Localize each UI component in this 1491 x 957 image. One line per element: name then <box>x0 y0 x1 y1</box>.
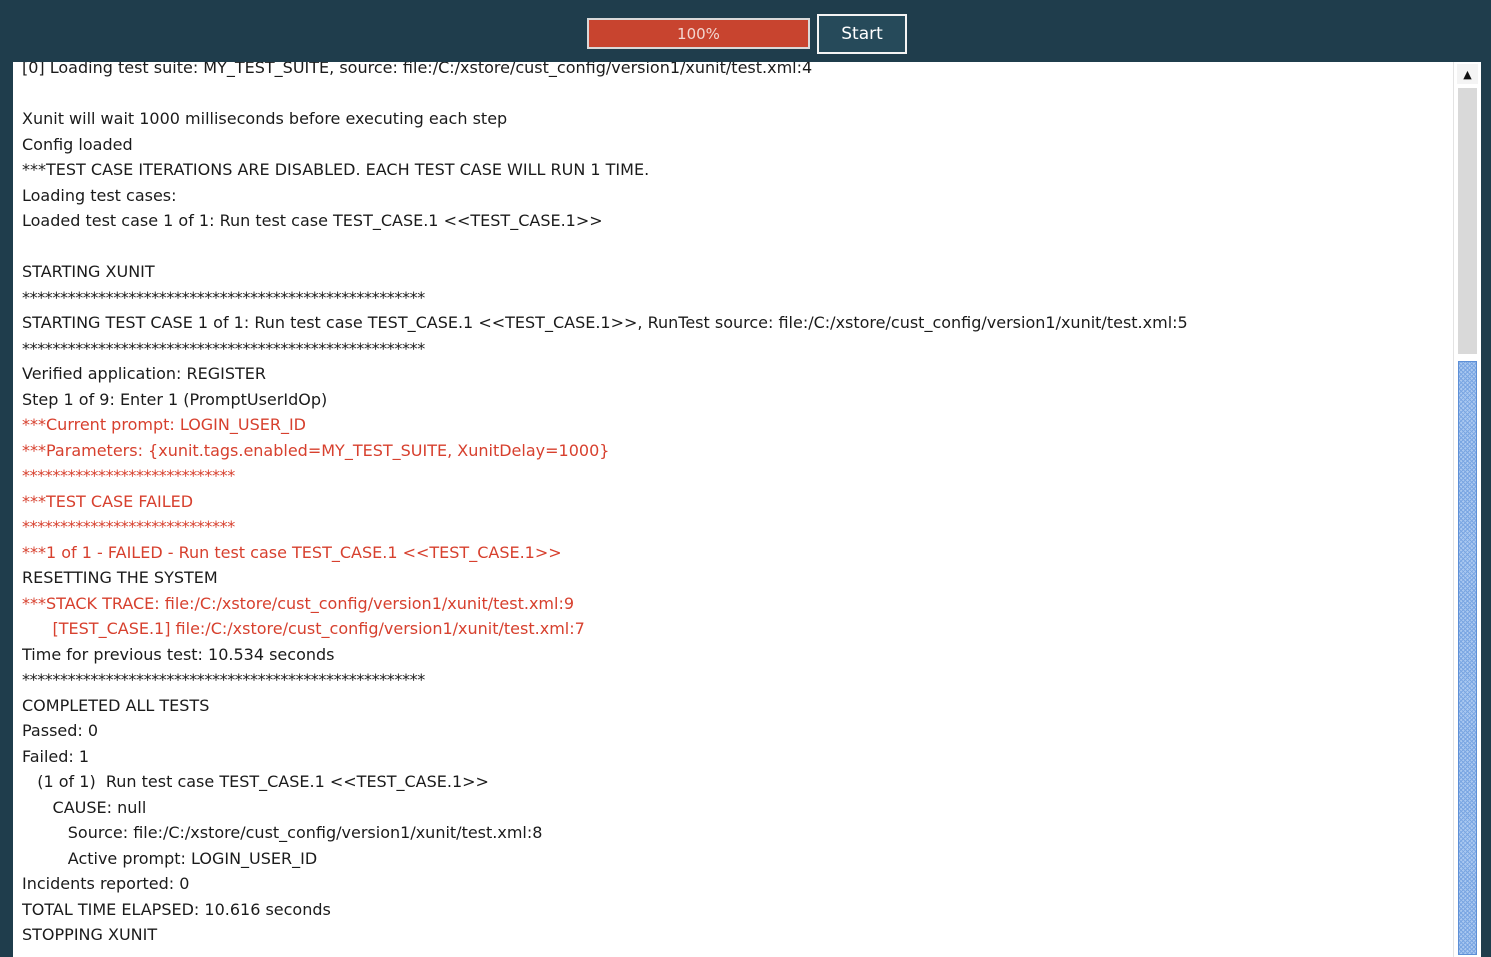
log-line: Loading test cases: <box>22 185 177 205</box>
vertical-scrollbar[interactable]: ▲ <box>1453 62 1481 957</box>
log-line: Time for previous test: 10.534 seconds <box>22 644 335 664</box>
log-line: Xunit will wait 1000 milliseconds before… <box>22 109 508 128</box>
scroll-track[interactable] <box>1458 88 1477 354</box>
log-line: Source: file:/C:/xstore/cust_config/vers… <box>22 823 543 842</box>
log-line: Incidents reported: 0 <box>22 874 190 893</box>
scroll-thumb[interactable] <box>1458 361 1477 955</box>
log-console[interactable]: [0] Loading test suite: MY_TEST_SUITE, s… <box>13 62 1481 957</box>
triangle-up-icon[interactable]: ▲ <box>1457 64 1478 84</box>
log-line: Step 1 of 9: Enter 1 (PromptUserIdOp) <box>22 389 328 409</box>
log-line: STARTING XUNIT <box>22 262 155 281</box>
log-line: TOTAL TIME ELAPSED: 10.616 seconds <box>22 899 331 919</box>
log-line: ****************************************… <box>22 287 425 307</box>
log-line: (1 of 1) Run test case TEST_CASE.1 <<TES… <box>22 772 489 791</box>
log-line: ***TEST CASE ITERATIONS ARE DISABLED. EA… <box>22 160 650 179</box>
log-line: Config loaded <box>22 134 133 154</box>
log-line: **************************** <box>22 466 235 485</box>
log-line: COMPLETED ALL TESTS <box>22 695 210 715</box>
log-line: **************************** <box>22 517 235 536</box>
log-line: [TEST_CASE.1] file:/C:/xstore/cust_confi… <box>22 619 585 638</box>
log-line: ***STACK TRACE: file:/C:/xstore/cust_con… <box>22 593 575 613</box>
log-line <box>22 234 1452 260</box>
log-line: ****************************************… <box>22 670 425 689</box>
log-line: ***TEST CASE FAILED <box>22 491 194 511</box>
progress-label: 100% <box>677 24 720 43</box>
log-line: ***1 of 1 - FAILED - Run test case TEST_… <box>22 542 562 562</box>
log-output: [0] Loading test suite: MY_TEST_SUITE, s… <box>22 62 1452 948</box>
log-line: Active prompt: LOGIN_USER_ID <box>22 848 318 868</box>
log-line: CAUSE: null <box>22 797 147 817</box>
log-line: ****************************************… <box>22 338 425 358</box>
progress-bar: 100% <box>587 18 810 49</box>
toolbar: 100% Start <box>0 0 1491 62</box>
log-line: RESETTING THE SYSTEM <box>22 568 218 587</box>
log-line: Failed: 1 <box>22 746 90 766</box>
log-line: STARTING TEST CASE 1 of 1: Run test case… <box>22 313 1188 332</box>
log-line: Passed: 0 <box>22 721 99 740</box>
log-line: ***Parameters: {xunit.tags.enabled=MY_TE… <box>22 440 610 460</box>
log-line <box>22 81 1452 107</box>
log-line: ***Current prompt: LOGIN_USER_ID <box>22 415 306 434</box>
log-line: Verified application: REGISTER <box>22 364 266 383</box>
start-button[interactable]: Start <box>817 14 907 54</box>
log-line: STOPPING XUNIT <box>22 925 158 944</box>
log-line: Loaded test case 1 of 1: Run test case T… <box>22 211 603 230</box>
log-line: [0] Loading test suite: MY_TEST_SUITE, s… <box>22 62 813 77</box>
